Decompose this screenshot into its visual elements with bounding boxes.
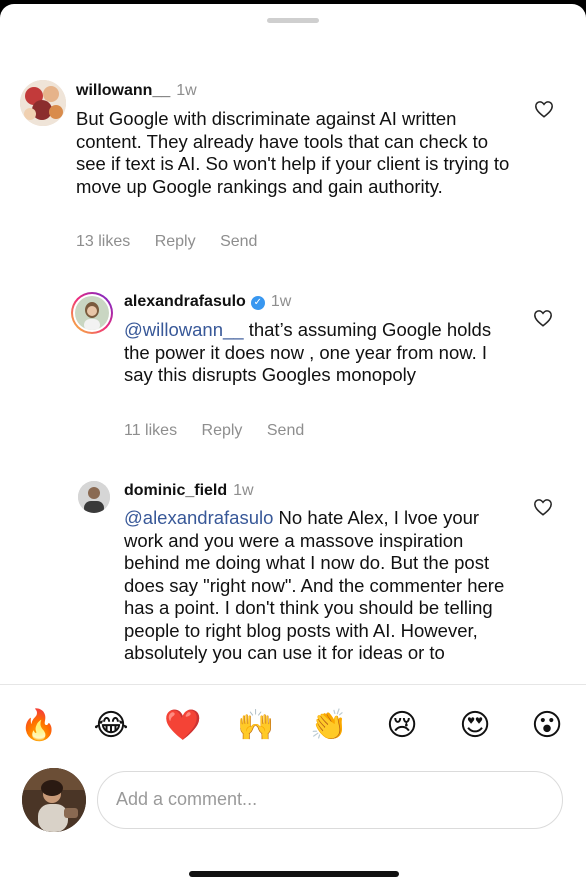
comment-time: 1w xyxy=(233,482,254,499)
heart-outline-icon[interactable] xyxy=(534,100,554,118)
likes-count[interactable]: 11 likes xyxy=(124,422,177,439)
comment-actions: 13 likes Reply Send xyxy=(76,233,277,251)
comment-username[interactable]: alexandrafasulo ✓ 1w xyxy=(124,293,291,311)
heart-outline-icon[interactable] xyxy=(533,309,553,327)
crying-emoji-button[interactable]: 😢 xyxy=(382,704,422,748)
reply-button[interactable]: Reply xyxy=(202,422,243,439)
comment-willowann: willowann__ 1w But Google with discrimina… xyxy=(0,4,586,264)
username-text[interactable]: dominic_field xyxy=(124,482,227,499)
comment-alexandrafasulo: alexandrafasulo ✓ 1w @willowann__ that’s a… xyxy=(0,264,586,454)
surprised-emoji-button[interactable]: 😮 xyxy=(527,704,567,748)
comment-body: No hate Alex, I lvoe your work and you w… xyxy=(124,507,505,663)
comment-time: 1w xyxy=(176,82,197,99)
comment-input[interactable]: Add a comment... xyxy=(97,771,563,829)
avatar-illustration xyxy=(20,80,66,126)
comment-username[interactable]: willowann__ 1w xyxy=(76,82,197,100)
send-button[interactable]: Send xyxy=(220,233,257,250)
comment-list[interactable]: willowann__ 1w But Google with discrimina… xyxy=(0,4,586,684)
heart-outline-icon[interactable] xyxy=(533,498,553,516)
username-text[interactable]: willowann__ xyxy=(76,82,170,99)
comment-text: @willowann__ that’s assuming Google hold… xyxy=(124,319,504,387)
mention-link[interactable]: @willowann__ xyxy=(124,319,244,340)
quick-emoji-bar: 🔥 😂 ❤️ 🙌 👏 😢 😍 😮 xyxy=(0,704,586,752)
likes-count[interactable]: 13 likes xyxy=(76,233,130,250)
current-user-avatar xyxy=(22,768,86,832)
raised-hands-emoji-button[interactable]: 🙌 xyxy=(236,704,276,748)
comment-dominic-field: dominic_field 1w @alexandrafasulo No hate… xyxy=(0,454,586,684)
comments-sheet: willowann__ 1w But Google with discrimina… xyxy=(0,4,586,889)
send-button[interactable]: Send xyxy=(267,422,304,439)
comment-username[interactable]: dominic_field 1w xyxy=(124,482,254,500)
reply-button[interactable]: Reply xyxy=(155,233,196,250)
avatar[interactable] xyxy=(20,80,66,126)
laugh-emoji-button[interactable]: 😂 xyxy=(91,704,131,748)
comment-time: 1w xyxy=(270,293,292,310)
verified-badge-icon: ✓ xyxy=(250,296,265,310)
emoji-bar-divider xyxy=(0,684,586,685)
clap-emoji-button[interactable]: 👏 xyxy=(309,704,349,748)
avatar-photo xyxy=(75,296,109,331)
mention-link[interactable]: @alexandrafasulo xyxy=(124,507,273,528)
comment-text: @alexandrafasulo No hate Alex, I lvoe yo… xyxy=(124,507,508,665)
comment-actions: 11 likes Reply Send xyxy=(124,422,324,440)
avatar-photo xyxy=(78,481,110,513)
fire-emoji-button[interactable]: 🔥 xyxy=(19,704,59,748)
comment-text: But Google with discriminate against AI … xyxy=(76,108,510,197)
avatar[interactable] xyxy=(78,481,110,513)
home-indicator xyxy=(189,871,399,877)
comment-composer: Add a comment... xyxy=(0,764,586,844)
avatar-photo xyxy=(22,768,86,832)
heart-eyes-emoji-button[interactable]: 😍 xyxy=(455,704,495,748)
heart-emoji-button[interactable]: ❤️ xyxy=(163,704,203,748)
username-text[interactable]: alexandrafasulo xyxy=(124,293,246,310)
avatar[interactable] xyxy=(71,292,113,334)
